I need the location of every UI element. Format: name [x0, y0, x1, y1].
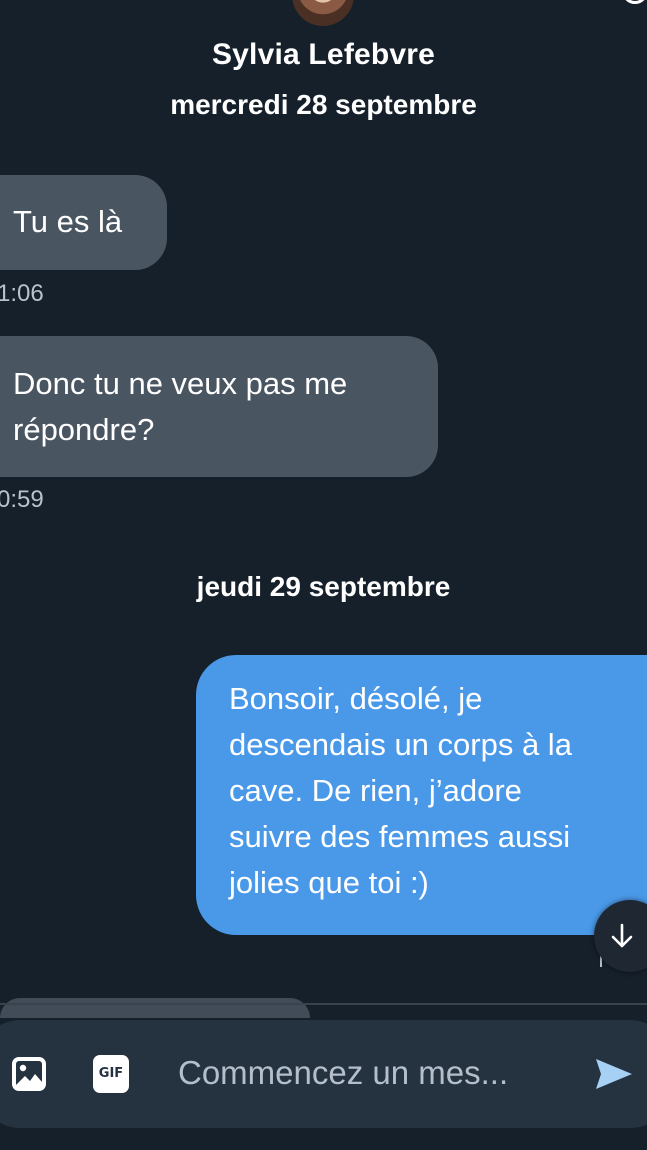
message-text-line: descendais un corps à la	[229, 727, 572, 762]
message-bubble-outgoing[interactable]: Bonsoir, désolé, je descendais un corps …	[196, 655, 647, 935]
message-text-line: suivre des femmes aussi	[229, 819, 571, 854]
date-separator: mercredi 28 septembre	[170, 89, 477, 120]
avatar[interactable]	[290, 0, 356, 28]
chat-screen: Sylvia Lefebvre mercredi 28 septembre Tu…	[0, 0, 647, 1150]
gif-icon[interactable]: GIF	[93, 1055, 129, 1093]
message-bubble-partial	[0, 998, 310, 1018]
message-text-line: cave. De rien, j’adore	[229, 773, 522, 808]
date-separator: jeudi 29 septembre	[196, 571, 451, 602]
message-text-line: Bonsoir, désolé, je	[229, 681, 483, 716]
message-text-line: répondre?	[13, 412, 155, 447]
message-bubble-incoming[interactable]: Tu es là	[0, 175, 167, 270]
message-text: Tu es là	[13, 204, 123, 239]
image-icon[interactable]	[10, 1055, 48, 1093]
message-input[interactable]: Commencez un mes...	[178, 1054, 508, 1092]
contact-name: Sylvia Lefebvre	[211, 38, 436, 71]
message-timestamp: 0:59	[0, 486, 44, 513]
message-timestamp: 1:06	[0, 280, 44, 307]
info-icon[interactable]	[622, 0, 647, 4]
message-text-line: jolies que toi :)	[229, 865, 429, 900]
send-icon[interactable]	[594, 1056, 634, 1092]
divider	[0, 1003, 647, 1005]
message-bubble-incoming[interactable]: Donc tu ne veux pas me répondre?	[0, 336, 438, 477]
arrow-down-icon	[611, 923, 633, 948]
message-text-line: Donc tu ne veux pas me	[13, 366, 348, 401]
